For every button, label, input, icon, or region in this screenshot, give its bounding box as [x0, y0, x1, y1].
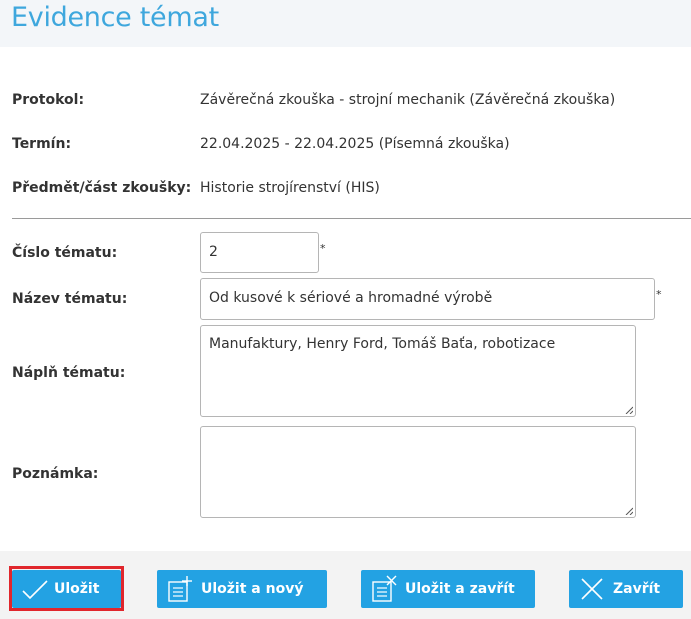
predmet-label: Předmět/část zkoušky: — [12, 180, 192, 196]
required-marker: * — [320, 242, 326, 255]
termin-label: Termín: — [12, 136, 72, 152]
resize-grip-icon[interactable] — [625, 507, 633, 515]
save-and-new-button-label: Uložit a nový — [201, 581, 304, 597]
document-add-icon — [168, 576, 192, 602]
nazev-tematu-label: Název tématu: — [12, 291, 128, 307]
napln-tematu-value: Manufaktury, Henry Ford, Tomáš Baťa, rob… — [209, 336, 556, 352]
save-button[interactable]: Uložit — [12, 570, 121, 608]
page-header: Evidence témat — [0, 0, 691, 47]
page-title: Evidence témat — [11, 2, 219, 33]
save-button-label: Uložit — [54, 581, 100, 597]
cislo-tematu-input[interactable]: 2 — [200, 232, 319, 273]
nazev-tematu-input[interactable]: Od kusové k sériové a hromadné výrobě — [200, 278, 655, 320]
save-and-new-button[interactable]: Uložit a nový — [157, 570, 327, 608]
checkmark-icon — [22, 580, 48, 600]
required-marker: * — [656, 288, 662, 301]
cislo-tematu-label: Číslo tématu: — [12, 245, 118, 261]
termin-value: 22.04.2025 - 22.04.2025 (Písemná zkouška… — [200, 136, 510, 152]
poznamka-label: Poznámka: — [12, 466, 99, 482]
close-button-label: Zavřít — [613, 581, 661, 597]
resize-grip-icon[interactable] — [625, 406, 633, 414]
cislo-tematu-value: 2 — [209, 244, 218, 260]
section-divider — [12, 218, 691, 219]
napln-tematu-label: Náplň tématu: — [12, 365, 126, 381]
predmet-value: Historie strojírenství (HIS) — [200, 180, 380, 196]
save-and-close-button-label: Uložit a zavřít — [405, 581, 515, 597]
close-button[interactable]: Zavřít — [569, 570, 683, 608]
close-icon — [581, 578, 603, 600]
document-close-icon — [372, 575, 397, 602]
protokol-value: Závěrečná zkouška - strojní mechanik (Zá… — [200, 92, 616, 108]
poznamka-textarea[interactable] — [200, 426, 636, 518]
save-and-close-button[interactable]: Uložit a zavřít — [361, 570, 535, 608]
protokol-label: Protokol: — [12, 92, 85, 108]
nazev-tematu-value: Od kusové k sériové a hromadné výrobě — [209, 290, 493, 306]
napln-tematu-textarea[interactable]: Manufaktury, Henry Ford, Tomáš Baťa, rob… — [200, 325, 636, 417]
